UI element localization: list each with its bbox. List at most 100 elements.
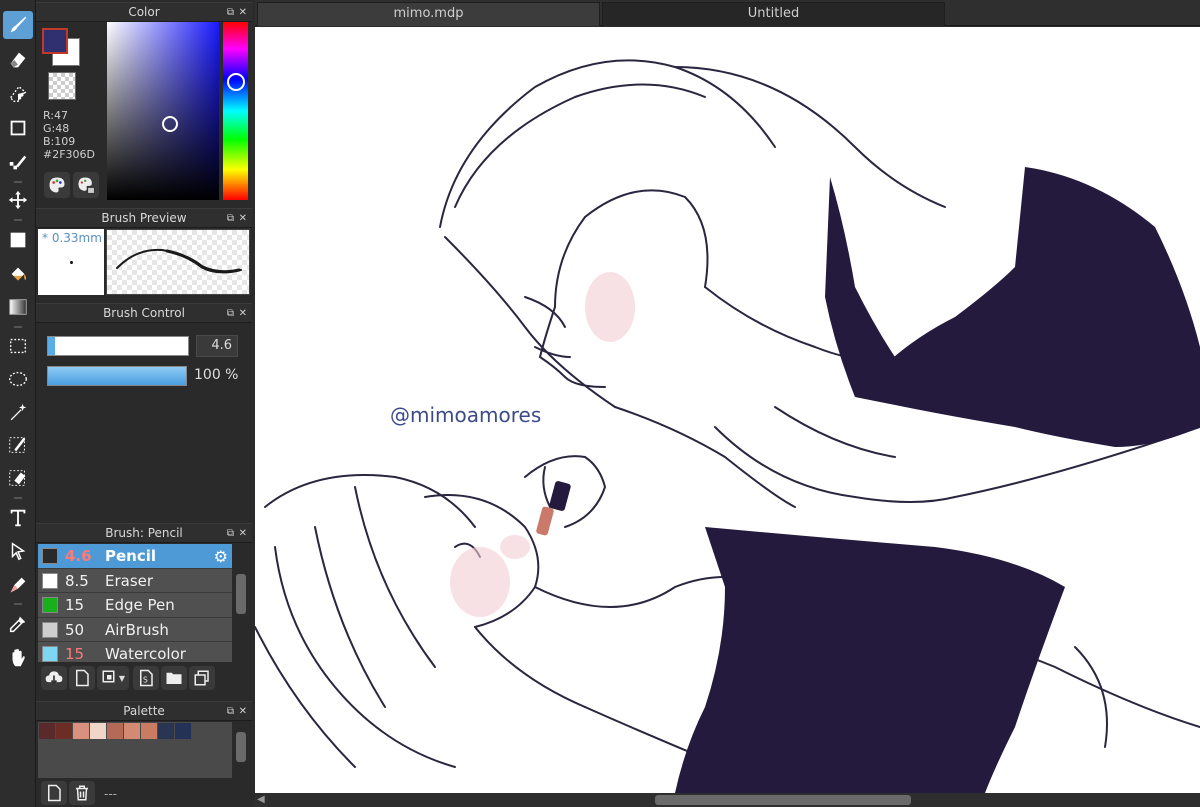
delete-palette-color-button[interactable] <box>69 781 95 805</box>
palette-header: Palette ⧉ ✕ <box>36 701 252 721</box>
scrollbar-thumb[interactable] <box>236 574 246 614</box>
move-tool[interactable] <box>3 186 33 214</box>
bucket-tool[interactable] <box>3 260 33 288</box>
gear-icon[interactable]: ⚙ <box>214 545 228 569</box>
scrollbar-thumb[interactable] <box>655 795 911 805</box>
select-eraser-tool[interactable] <box>3 80 33 108</box>
fill-rect-tool[interactable] <box>3 226 33 254</box>
palette-color-swatch[interactable] <box>39 723 55 739</box>
brush-list-item[interactable]: 50 AirBrush <box>38 617 232 642</box>
canvas-horizontal-scrollbar[interactable]: ◀ <box>255 793 1200 807</box>
brush-list-item[interactable]: 15 Edge Pen <box>38 593 232 618</box>
tab-untitled[interactable]: Untitled <box>602 2 945 26</box>
scrollbar-thumb[interactable] <box>236 732 246 762</box>
select-eraser2-tool[interactable] <box>3 464 33 492</box>
tool-separator <box>14 219 22 221</box>
color-settings-button[interactable] <box>73 172 99 198</box>
gradient-tool[interactable] <box>3 293 33 321</box>
palette-color-swatch[interactable] <box>175 723 191 739</box>
text-tool[interactable] <box>3 504 33 532</box>
brush-cloud-button[interactable] <box>41 666 67 690</box>
color-b-value: B:109 <box>43 135 76 148</box>
palette-scrollbar[interactable] <box>234 722 248 778</box>
close-icon[interactable]: ✕ <box>239 524 247 543</box>
saturation-value-picker[interactable] <box>107 22 219 200</box>
brush-size-slider[interactable] <box>47 336 189 356</box>
popout-icon[interactable]: ⧉ <box>227 209 234 228</box>
close-icon[interactable]: ✕ <box>239 3 247 22</box>
color-r-value: R:47 <box>43 109 69 122</box>
brush-size-label: 50 <box>65 620 85 639</box>
brush-name-label: Eraser <box>105 571 154 590</box>
scroll-left-icon[interactable]: ◀ <box>257 793 265 807</box>
artwork-illustration: @mimoamores <box>255 59 1200 793</box>
brush-type-dropdown[interactable]: ▼ <box>97 666 129 690</box>
gradient-icon <box>9 299 27 315</box>
open-folder-button[interactable] <box>161 666 187 690</box>
brush-settings-file-button[interactable]: S <box>133 666 159 690</box>
brush-size-label: 8.5 <box>65 571 89 590</box>
brush-name-label: Edge Pen <box>105 596 175 614</box>
new-brush-button[interactable] <box>69 666 95 690</box>
brush-list: 4.6 Pencil ⚙ 8.5 Eraser 15 Edge Pen 50 AirBrush 1… <box>38 544 232 662</box>
dropper-tool[interactable] <box>3 610 33 638</box>
palette-color-swatch[interactable] <box>141 723 157 739</box>
palette-color-swatch[interactable] <box>158 723 174 739</box>
rect-select-tool[interactable] <box>3 332 33 360</box>
palette-color-swatch[interactable] <box>124 723 140 739</box>
color-hex-value: #2F306D <box>43 148 96 161</box>
operation-tool[interactable] <box>3 537 33 565</box>
hue-slider[interactable] <box>223 22 248 200</box>
brush-list-item[interactable]: 4.6 Pencil ⚙ <box>38 544 232 569</box>
blur-tool[interactable] <box>3 571 33 599</box>
popout-icon[interactable]: ⧉ <box>227 524 234 543</box>
select-pen-icon <box>9 437 26 453</box>
side-panels: Color ⧉ ✕ R:47 G:48 B:109 #2F306D Brush … <box>36 0 252 807</box>
close-icon[interactable]: ✕ <box>239 304 247 323</box>
brush-opacity-slider[interactable] <box>47 366 187 386</box>
duplicate-brush-button[interactable] <box>189 666 215 690</box>
palette-name-label: --- <box>104 787 117 801</box>
magic-wand-tool[interactable] <box>3 398 33 426</box>
rectangle-icon <box>10 120 26 136</box>
popout-icon[interactable]: ⧉ <box>227 3 234 22</box>
brush-tip-preview: * 0.33mm <box>38 229 104 295</box>
brush-color-swatch <box>42 572 58 589</box>
foreground-color-swatch[interactable] <box>42 28 68 54</box>
close-icon[interactable]: ✕ <box>239 209 247 228</box>
brush-list-item[interactable]: 8.5 Eraser <box>38 568 232 593</box>
palette-color-swatch[interactable] <box>107 723 123 739</box>
brush-tool[interactable] <box>3 11 33 39</box>
tab-mimo-mdp[interactable]: mimo.mdp <box>257 2 600 26</box>
script-file-icon: S <box>140 669 153 687</box>
close-icon[interactable]: ✕ <box>239 702 247 721</box>
brush-stroke-preview <box>106 229 250 295</box>
color-palette-button[interactable] <box>44 172 70 198</box>
filled-square-icon <box>10 232 26 248</box>
drawing-canvas[interactable]: @mimoamores <box>255 27 1200 793</box>
brush-name-label: Pencil <box>105 547 157 565</box>
new-palette-color-button[interactable] <box>41 781 67 805</box>
palette-color-swatch[interactable] <box>56 723 72 739</box>
transparent-color-swatch[interactable] <box>48 72 76 100</box>
hand-tool[interactable] <box>3 644 33 672</box>
palette-color-swatch[interactable] <box>73 723 89 739</box>
palette-color-swatch[interactable] <box>90 723 106 739</box>
color-picker-cursor[interactable] <box>162 116 178 132</box>
popout-icon[interactable]: ⧉ <box>227 702 234 721</box>
popout-icon[interactable]: ⧉ <box>227 304 234 323</box>
lasso-icon <box>9 371 27 387</box>
brush-list-scrollbar[interactable] <box>234 544 248 662</box>
select-pen-tool[interactable] <box>3 431 33 459</box>
shape-tool[interactable] <box>3 114 33 142</box>
dotted-eraser-icon <box>9 85 27 103</box>
document-tabs: mimo.mdp Untitled <box>255 0 1200 26</box>
brush-control-header: Brush Control ⧉ ✕ <box>36 303 252 323</box>
brush-size-input[interactable]: 4.6 <box>196 335 238 357</box>
eraser-tool[interactable] <box>3 46 33 74</box>
palette-icon <box>49 177 65 193</box>
lasso-tool[interactable] <box>3 365 33 393</box>
dot-tool[interactable] <box>3 148 33 176</box>
hue-cursor[interactable] <box>227 73 245 91</box>
brush-list-item[interactable]: 15 Watercolor <box>38 642 232 662</box>
